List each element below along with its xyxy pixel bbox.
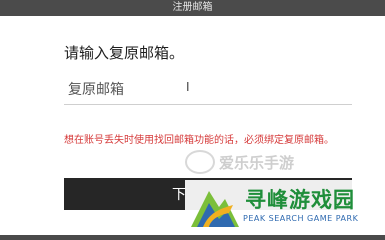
dialog-heading: 请输入复原邮箱。 — [64, 44, 185, 62]
hint-text: 想在账号丢失时使用找回邮箱功能的话，必须绑定复原邮箱。 — [64, 135, 334, 146]
watermark-brand: 寻峰游戏园 PEAK SEARCH GAME PARK — [185, 180, 385, 235]
window-title: 注册邮箱 — [172, 2, 213, 13]
mountain-logo-icon — [191, 191, 239, 227]
recovery-email-input[interactable] — [64, 78, 352, 102]
watermark-tagline: PEAK SEARCH GAME PARK — [243, 214, 359, 223]
watermark-brand-text: 寻峰游戏园 — [245, 188, 355, 212]
watermark-top: 爱乐乐手游 — [185, 150, 294, 174]
text-cursor-icon: I — [186, 80, 190, 94]
window-titlebar: 注册邮箱 — [0, 0, 385, 16]
watermark-top-text: 爱乐乐手游 — [219, 153, 295, 172]
watermark-logo-icon — [185, 150, 215, 174]
email-field[interactable]: I — [64, 78, 352, 105]
